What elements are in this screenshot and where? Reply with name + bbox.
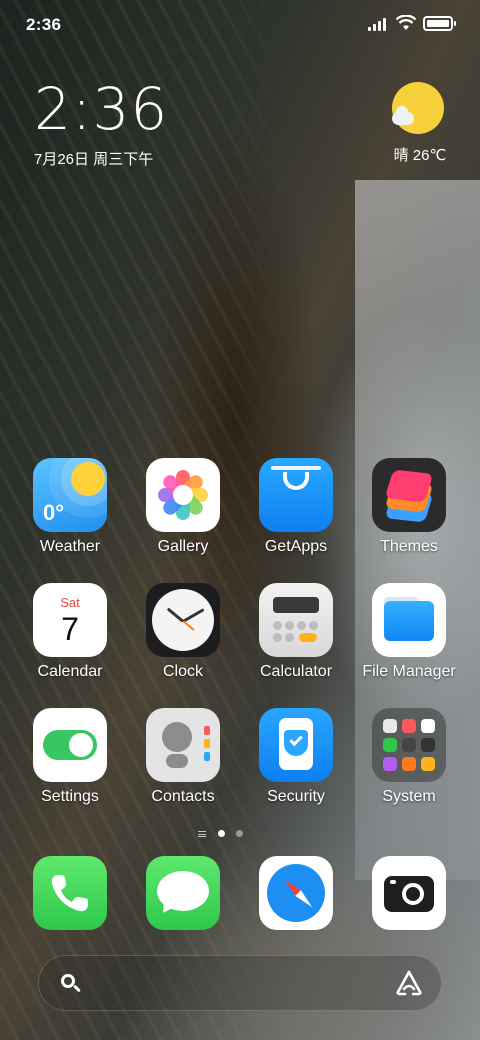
app-themes[interactable]: Themes	[359, 458, 459, 570]
app-label: File Manager	[362, 663, 456, 680]
menu-lines-icon	[198, 831, 206, 837]
calculator-icon	[259, 583, 333, 657]
weather-icon-temp: 0°	[43, 500, 65, 525]
app-label: Calculator	[259, 663, 333, 680]
app-file-manager[interactable]: File Manager	[359, 583, 459, 695]
themes-icon	[372, 458, 446, 532]
app-weather[interactable]: 0° Weather	[20, 458, 120, 570]
app-label: Security	[267, 788, 325, 805]
page-dot	[236, 830, 243, 837]
app-label: Clock	[162, 663, 203, 680]
security-icon	[259, 708, 333, 782]
calendar-icon-day: Sat	[60, 595, 80, 610]
app-label: GetApps	[264, 538, 328, 555]
app-label: Calendar	[37, 663, 103, 680]
search-bar[interactable]	[38, 955, 442, 1011]
status-bar: 2:36	[0, 0, 480, 52]
dock-messages[interactable]	[146, 856, 220, 930]
page-dot-active	[218, 830, 225, 837]
clock-widget[interactable]: 2:36 7月26日 周三下午	[34, 76, 254, 176]
app-gallery[interactable]: Gallery	[133, 458, 233, 570]
widget-time: 2:36	[34, 75, 169, 143]
app-settings[interactable]: Settings	[20, 708, 120, 820]
system-folder-icon	[372, 708, 446, 782]
battery-icon	[423, 16, 456, 31]
dock-phone[interactable]	[33, 856, 107, 930]
assistant-icon[interactable]	[395, 970, 423, 996]
app-contacts[interactable]: Contacts	[133, 708, 233, 820]
gallery-icon	[146, 458, 220, 532]
app-label: Settings	[41, 788, 99, 805]
app-calculator[interactable]: Calculator	[246, 583, 346, 695]
phone-icon	[51, 875, 88, 912]
getapps-icon	[259, 458, 333, 532]
calendar-icon-date: 7	[61, 611, 79, 647]
file-manager-icon	[372, 583, 446, 657]
weather-icon: 0°	[33, 458, 107, 532]
app-label: Weather	[39, 538, 101, 555]
widget-date: 7月26日 周三下午	[34, 151, 154, 168]
signal-icon	[368, 17, 390, 31]
weather-text: 晴 26℃	[393, 147, 447, 164]
page-indicator[interactable]	[198, 828, 248, 840]
clock-icon	[146, 583, 220, 657]
app-clock[interactable]: Clock	[133, 583, 233, 695]
contacts-icon	[146, 708, 220, 782]
cloud-icon	[392, 106, 414, 125]
calendar-icon: Sat 7	[33, 583, 107, 657]
dock-browser[interactable]	[259, 856, 333, 930]
app-label: Themes	[380, 538, 438, 555]
dock-camera[interactable]	[372, 856, 446, 930]
app-label: Gallery	[157, 538, 209, 555]
wifi-icon	[395, 14, 417, 31]
app-label: System	[382, 788, 436, 805]
app-getapps[interactable]: GetApps	[246, 458, 346, 570]
settings-icon	[33, 708, 107, 782]
app-label: Contacts	[151, 788, 215, 805]
app-calendar[interactable]: Sat 7 Calendar	[20, 583, 120, 695]
search-icon[interactable]	[61, 974, 81, 993]
weather-widget[interactable]: 晴 26℃	[380, 82, 452, 172]
app-system-folder[interactable]: System	[359, 708, 459, 820]
status-time: 2:36	[26, 15, 62, 34]
app-security[interactable]: Security	[246, 708, 346, 820]
